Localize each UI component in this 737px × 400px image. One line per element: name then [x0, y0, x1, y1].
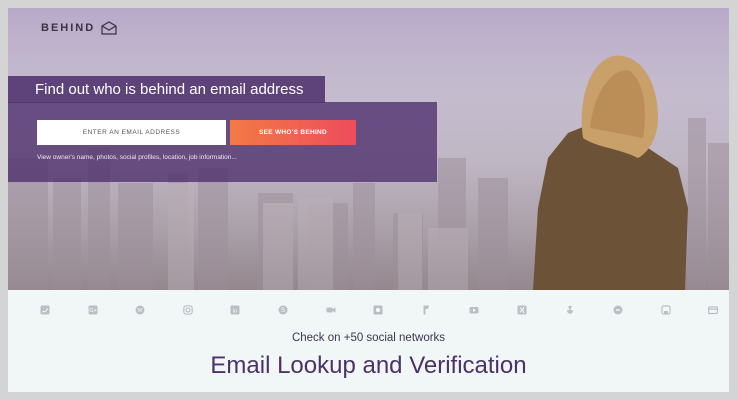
section-headline: Email Lookup and Verification — [210, 352, 527, 379]
xing-icon — [517, 305, 527, 315]
instagram-icon — [183, 305, 193, 315]
see-whos-behind-button[interactable]: SEE WHO'S BEHIND — [230, 120, 356, 145]
social-networks-section: G+ W in S Check on +50 social networks E… — [8, 290, 729, 392]
camera-icon — [373, 305, 383, 315]
social-networks-caption: Check on +50 social networks — [291, 332, 446, 344]
hero-section: BEHIND Find out who is behind an email a… — [8, 8, 729, 290]
angellist-icon — [565, 305, 575, 315]
youtube-icon — [469, 305, 479, 315]
svg-text:G+: G+ — [89, 308, 97, 314]
brand-logo[interactable]: BEHIND — [41, 21, 117, 35]
card-icon — [708, 305, 718, 315]
linkedin-icon: in — [230, 305, 240, 315]
wordpress-icon: W — [135, 305, 145, 315]
hero-hint: View owner's name, photos, social profil… — [37, 154, 237, 161]
twitter-icon — [40, 305, 50, 315]
svg-text:S: S — [281, 308, 285, 314]
social-icons-row: G+ W in S — [8, 305, 729, 319]
skype-icon: S — [278, 305, 288, 315]
email-input[interactable] — [37, 120, 226, 145]
blogger-icon — [613, 305, 623, 315]
video-icon — [326, 305, 336, 315]
envelope-icon — [101, 21, 117, 35]
github-icon — [661, 305, 671, 315]
page-frame: BEHIND Find out who is behind an email a… — [8, 8, 729, 392]
svg-text:W: W — [137, 308, 143, 314]
brand-name: BEHIND — [41, 22, 96, 34]
hero-title: Find out who is behind an email address — [8, 76, 325, 103]
foursquare-icon — [421, 305, 431, 315]
google-plus-icon: G+ — [88, 305, 98, 315]
svg-text:in: in — [233, 308, 237, 314]
